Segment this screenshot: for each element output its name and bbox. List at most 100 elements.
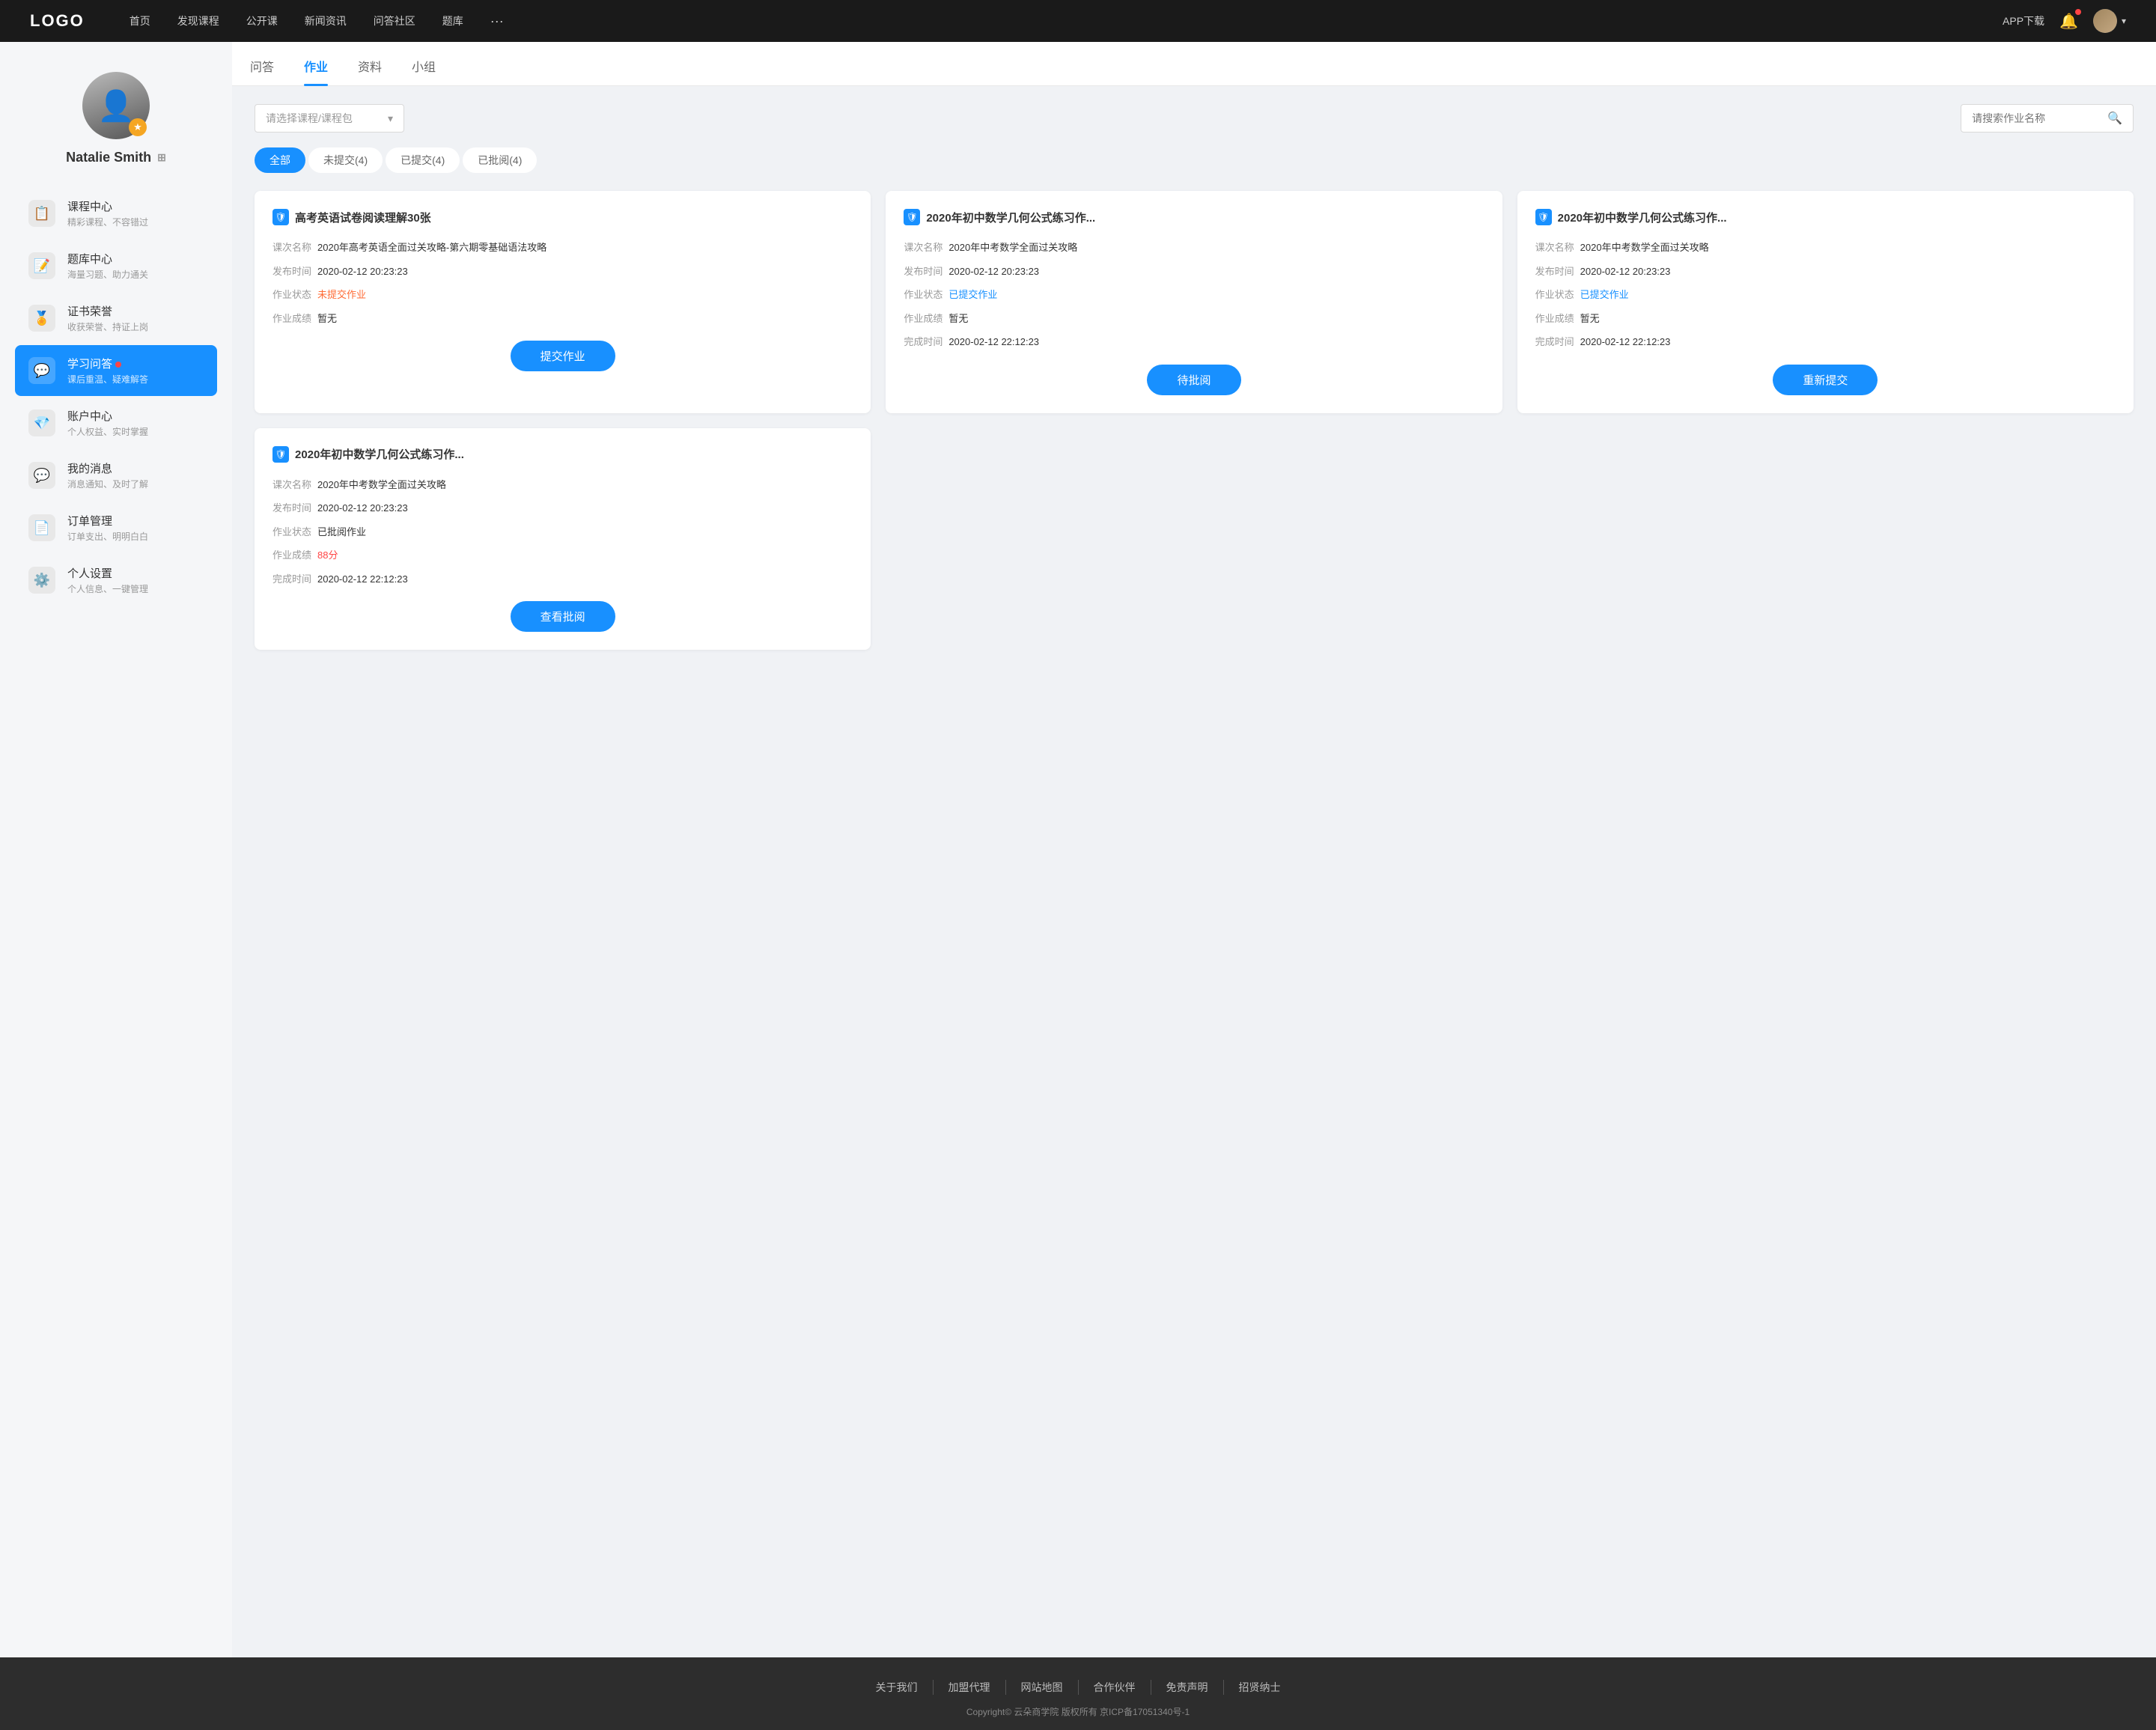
sidebar-sub: 订单支出、明明白白 <box>67 530 148 543</box>
footer: 关于我们 加盟代理 网站地图 合作伙伴 免责声明 招贤纳士 Copyright©… <box>0 1657 2156 1730</box>
card-label: 作业状态 <box>272 525 317 540</box>
edit-name-icon[interactable]: ⊞ <box>157 151 166 164</box>
card-title: 高考英语试卷阅读理解30张 <box>295 210 431 225</box>
sidebar-item-account[interactable]: 💎 账户中心 个人权益、实时掌握 <box>15 398 217 448</box>
sidebar-label: 课程中心 <box>67 198 148 214</box>
footer-copyright: Copyright© 云朵商学院 版权所有 京ICP备17051340号-1 <box>0 1705 2156 1718</box>
card-score-row: 作业成绩 88分 <box>272 548 853 563</box>
tab-group[interactable]: 小组 <box>412 57 436 85</box>
card-publish-time: 2020-02-12 20:23:23 <box>948 264 1484 279</box>
profile-name: Natalie Smith ⊞ <box>66 150 166 165</box>
card-finish-row: 完成时间 2020-02-12 22:12:23 <box>272 572 853 587</box>
card-status-row: 作业状态 已批阅作业 <box>272 525 853 540</box>
assignment-card-1: 🛡 高考英语试卷阅读理解30张 课次名称 2020年高考英语全面过关攻略-第六期… <box>255 191 871 413</box>
card-publish-row: 发布时间 2020-02-12 20:23:23 <box>904 264 1484 279</box>
search-input[interactable] <box>1972 112 2107 124</box>
card-title-row: 🛡 2020年初中数学几何公式练习作... <box>904 209 1484 225</box>
card-score-row: 作业成绩 暂无 <box>1535 311 2116 326</box>
avatar-wrapper: 👤 ★ <box>82 72 150 139</box>
card-status-row: 作业状态 已提交作业 <box>904 287 1484 302</box>
card-label: 完成时间 <box>1535 335 1580 350</box>
card-status: 已批阅作业 <box>317 525 853 540</box>
view-review-button[interactable]: 查看批阅 <box>511 601 615 632</box>
username-text: Natalie Smith <box>66 150 151 165</box>
card-course-name: 2020年中考数学全面过关攻略 <box>1580 240 2116 255</box>
card-btn-row: 查看批阅 <box>272 601 853 632</box>
course-select-placeholder: 请选择课程/课程包 <box>266 111 353 126</box>
sidebar-item-course-center[interactable]: 📋 课程中心 精彩课程、不容错过 <box>15 188 217 239</box>
sidebar-item-study-qa[interactable]: 💬 学习问答 课后重温、疑难解答 <box>15 345 217 396</box>
sidebar-sub: 课后重温、疑难解答 <box>67 373 148 386</box>
card-title-row: 🛡 2020年初中数学几何公式练习作... <box>1535 209 2116 225</box>
nav-discover[interactable]: 发现课程 <box>177 13 219 29</box>
card-label: 发布时间 <box>904 264 948 279</box>
card-label: 课次名称 <box>904 240 948 255</box>
card-label: 作业状态 <box>904 287 948 302</box>
sidebar-label: 账户中心 <box>67 408 148 424</box>
card-status: 已提交作业 <box>948 287 1484 302</box>
sidebar-item-question-bank[interactable]: 📝 题库中心 海量习题、助力通关 <box>15 240 217 291</box>
tab-materials[interactable]: 资料 <box>358 57 382 85</box>
status-btn-unsubmitted[interactable]: 未提交(4) <box>308 147 383 173</box>
card-finish-time: 2020-02-12 22:12:23 <box>317 572 853 587</box>
status-btn-reviewed[interactable]: 已批阅(4) <box>463 147 537 173</box>
sidebar-sub: 收获荣誉、持证上岗 <box>67 320 148 333</box>
sidebar-item-messages[interactable]: 💬 我的消息 消息通知、及时了解 <box>15 450 217 501</box>
shield-icon: 🛡 <box>272 446 289 463</box>
footer-disclaimer[interactable]: 免责声明 <box>1151 1680 1224 1695</box>
card-label: 课次名称 <box>1535 240 1580 255</box>
sidebar-text: 课程中心 精彩课程、不容错过 <box>67 198 148 228</box>
search-icon: 🔍 <box>2107 111 2122 126</box>
footer-partner[interactable]: 合作伙伴 <box>1079 1680 1151 1695</box>
sidebar-item-certificate[interactable]: 🏅 证书荣誉 收获荣誉、持证上岗 <box>15 293 217 344</box>
footer-agent[interactable]: 加盟代理 <box>934 1680 1006 1695</box>
settings-icon: ⚙️ <box>28 567 55 594</box>
card-label: 发布时间 <box>272 264 317 279</box>
cards-grid: 🛡 高考英语试卷阅读理解30张 课次名称 2020年高考英语全面过关攻略-第六期… <box>255 191 2134 650</box>
card-course-name: 2020年高考英语全面过关攻略-第六期零基础语法攻略 <box>317 240 853 255</box>
card-score: 暂无 <box>948 311 1484 326</box>
nav-home[interactable]: 首页 <box>130 13 150 29</box>
footer-about[interactable]: 关于我们 <box>861 1680 934 1695</box>
notification-bell[interactable]: 🔔 <box>2059 12 2078 31</box>
nav-question-bank[interactable]: 题库 <box>442 13 463 29</box>
dropdown-chevron-icon: ▾ <box>388 112 393 125</box>
sidebar-item-orders[interactable]: 📄 订单管理 订单支出、明明白白 <box>15 502 217 553</box>
notification-badge <box>2075 9 2081 15</box>
card-label: 作业成绩 <box>904 311 948 326</box>
submit-homework-button[interactable]: 提交作业 <box>511 341 615 371</box>
nav-qa[interactable]: 问答社区 <box>374 13 415 29</box>
assignment-card-3: 🛡 2020年初中数学几何公式练习作... 课次名称 2020年中考数学全面过关… <box>1517 191 2134 413</box>
user-avatar-menu[interactable]: ▾ <box>2093 9 2126 33</box>
question-bank-icon: 📝 <box>28 252 55 279</box>
sidebar-text: 证书荣誉 收获荣誉、持证上岗 <box>67 303 148 333</box>
resubmit-button[interactable]: 重新提交 <box>1773 365 1878 395</box>
sidebar-item-settings[interactable]: ⚙️ 个人设置 个人信息、一键管理 <box>15 555 217 606</box>
course-center-icon: 📋 <box>28 200 55 227</box>
card-label: 完成时间 <box>272 572 317 587</box>
logo: LOGO <box>30 11 85 31</box>
pending-review-button[interactable]: 待批阅 <box>1147 365 1240 395</box>
tab-qa[interactable]: 问答 <box>250 57 274 85</box>
status-btn-all[interactable]: 全部 <box>255 147 305 173</box>
avatar-badge-icon: ★ <box>129 118 147 136</box>
card-publish-row: 发布时间 2020-02-12 20:23:23 <box>272 501 853 516</box>
card-course-name-row: 课次名称 2020年中考数学全面过关攻略 <box>272 478 853 493</box>
footer-recruit[interactable]: 招贤纳士 <box>1224 1680 1296 1695</box>
tab-homework[interactable]: 作业 <box>304 57 328 85</box>
nav-more-icon[interactable]: ··· <box>490 13 504 29</box>
status-btn-submitted[interactable]: 已提交(4) <box>386 147 460 173</box>
messages-icon: 💬 <box>28 462 55 489</box>
card-btn-row: 提交作业 <box>272 341 853 371</box>
app-download-button[interactable]: APP下载 <box>2003 13 2044 28</box>
footer-sitemap[interactable]: 网站地图 <box>1006 1680 1079 1695</box>
account-icon: 💎 <box>28 409 55 436</box>
nav-open-course[interactable]: 公开课 <box>246 13 278 29</box>
nav-news[interactable]: 新闻资讯 <box>305 13 347 29</box>
shield-icon: 🛡 <box>904 209 920 225</box>
card-score-row: 作业成绩 暂无 <box>904 311 1484 326</box>
card-finish-row: 完成时间 2020-02-12 22:12:23 <box>904 335 1484 350</box>
course-select-dropdown[interactable]: 请选择课程/课程包 ▾ <box>255 104 404 133</box>
sidebar-text: 账户中心 个人权益、实时掌握 <box>67 408 148 438</box>
card-course-name-row: 课次名称 2020年中考数学全面过关攻略 <box>904 240 1484 255</box>
